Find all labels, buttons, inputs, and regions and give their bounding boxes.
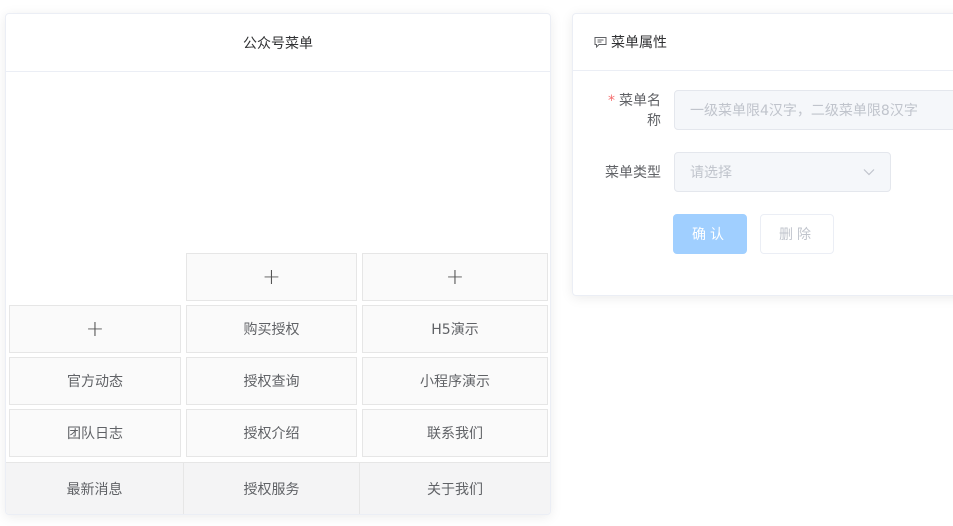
- menu-type-label: 菜单类型: [605, 165, 661, 181]
- chevron-down-icon: [863, 164, 875, 180]
- main-menu-item[interactable]: 最新消息: [6, 463, 184, 514]
- menu-type-row: 菜单类型 请选择: [595, 152, 891, 192]
- menu-name-row: * 菜单名称 一级菜单限4汉字，二级菜单限8汉字: [595, 90, 953, 130]
- submenu-item[interactable]: H5演示: [362, 305, 548, 353]
- add-submenu-button-1[interactable]: +: [9, 305, 181, 353]
- submenu-item[interactable]: 授权介绍: [186, 409, 357, 457]
- add-submenu-button-2[interactable]: +: [186, 253, 357, 301]
- menu-preview-panel: 公众号菜单 + + + 购买授权 H5演示 官方动态 授权查询 小程序演示 团队…: [5, 13, 551, 515]
- submenu-item[interactable]: 团队日志: [9, 409, 181, 457]
- comment-icon: [594, 36, 607, 49]
- required-mark: *: [608, 93, 615, 109]
- menu-name-placeholder: 一级菜单限4汉字，二级菜单限8汉字: [690, 103, 918, 119]
- main-menu-item[interactable]: 关于我们: [360, 463, 550, 514]
- menu-properties-title: 菜单属性: [611, 35, 667, 51]
- main-menu-item[interactable]: 授权服务: [184, 463, 360, 514]
- menu-type-placeholder: 请选择: [690, 165, 732, 181]
- submenu-item[interactable]: 官方动态: [9, 357, 181, 405]
- confirm-button[interactable]: 确认: [673, 214, 747, 254]
- menu-name-label: * 菜单名称: [608, 93, 661, 129]
- menu-name-input[interactable]: 一级菜单限4汉字，二级菜单限8汉字: [674, 90, 953, 130]
- menu-preview-title: 公众号菜单: [6, 14, 550, 72]
- menu-type-select[interactable]: 请选择: [674, 152, 891, 192]
- menu-properties-panel: 菜单属性 * 菜单名称 一级菜单限4汉字，二级菜单限8汉字 菜单类型 请选择 确认…: [572, 13, 953, 296]
- add-submenu-button-3[interactable]: +: [362, 253, 548, 301]
- submenu-item[interactable]: 购买授权: [186, 305, 357, 353]
- submenu-item[interactable]: 联系我们: [362, 409, 548, 457]
- submenu-item[interactable]: 授权查询: [186, 357, 357, 405]
- delete-button[interactable]: 删除: [760, 214, 834, 254]
- menu-properties-header: 菜单属性: [573, 14, 953, 71]
- main-menu-bar: 最新消息 授权服务 关于我们: [6, 462, 550, 514]
- submenu-item[interactable]: 小程序演示: [362, 357, 548, 405]
